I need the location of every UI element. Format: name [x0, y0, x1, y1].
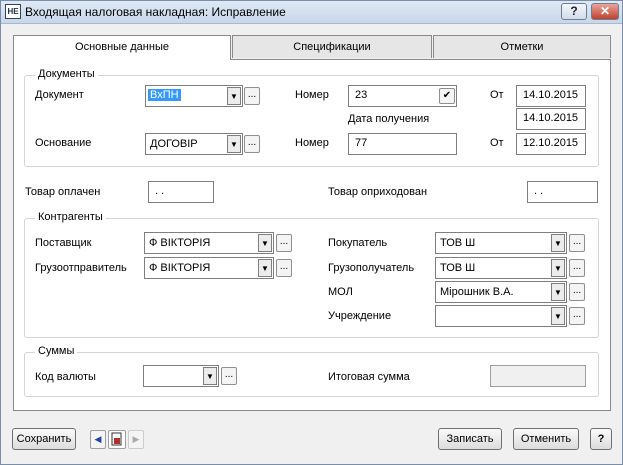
checkmark-icon[interactable]: ✔ [439, 88, 455, 104]
document-value: ВхПН [148, 89, 181, 101]
receipt-date-input[interactable]: 14.10.2015 [516, 108, 586, 130]
consignee-value: ТОВ Ш [440, 262, 476, 274]
dialog-window: НЕ Входящая налоговая накладная: Исправл… [0, 0, 623, 465]
chevron-down-icon[interactable]: ▼ [203, 367, 217, 385]
buyer-browse-button[interactable]: ... [569, 234, 585, 252]
close-button[interactable]: ✕ [591, 3, 619, 20]
currency-browse-button[interactable]: ... [221, 367, 237, 385]
sums-group-title: Суммы [35, 345, 78, 357]
buyer-combo[interactable]: ТОВ Ш ▼ [435, 232, 567, 254]
goods-paid-date-input[interactable]: . . [148, 181, 214, 203]
cancel-button[interactable]: Отменить [513, 428, 579, 450]
consignee-browse-button[interactable]: ... [569, 259, 585, 277]
mol-label: МОЛ [328, 286, 353, 298]
tab-specifications[interactable]: Спецификации [232, 35, 432, 58]
goods-received-date-input[interactable]: . . [527, 181, 598, 203]
consignee-label: Грузополучатель [328, 262, 415, 274]
document-browse-button[interactable]: ... [244, 87, 260, 105]
basis-browse-button[interactable]: ... [244, 135, 260, 153]
help-button[interactable]: ? [590, 428, 612, 450]
buyer-value: ТОВ Ш [440, 237, 476, 249]
chevron-down-icon[interactable]: ▼ [551, 307, 565, 325]
basis-value: ДОГОВІР [150, 138, 198, 150]
documents-group-title: Документы [35, 68, 98, 80]
shipper-combo[interactable]: Ф ВІКТОРІЯ ▼ [144, 257, 274, 279]
counterparties-group-title: Контрагенты [35, 211, 106, 223]
app-icon: НЕ [5, 4, 21, 19]
save-button[interactable]: Сохранить [12, 428, 76, 450]
prev-arrow-icon[interactable]: ◀ [90, 430, 106, 449]
chevron-down-icon[interactable]: ▼ [551, 259, 565, 277]
from2-label: От [490, 137, 504, 149]
mol-browse-button[interactable]: ... [569, 283, 585, 301]
document-label: Документ [35, 89, 84, 101]
document-icon [111, 432, 122, 446]
total-sum-field [490, 365, 586, 387]
chevron-down-icon[interactable]: ▼ [551, 234, 565, 252]
window-title: Входящая налоговая накладная: Исправлени… [25, 5, 286, 19]
supplier-value: Ф ВІКТОРІЯ [149, 237, 211, 249]
shipper-value: Ф ВІКТОРІЯ [149, 262, 211, 274]
chevron-down-icon[interactable]: ▼ [258, 234, 272, 252]
receipt-date-label: Дата получения [348, 113, 430, 125]
document-nav-icon[interactable] [108, 430, 126, 449]
document-combo[interactable]: ВхПН ▼ [145, 85, 243, 107]
next-arrow-icon[interactable]: ▶ [128, 430, 144, 449]
institution-browse-button[interactable]: ... [569, 307, 585, 325]
main-data-panel: Документы Документ ВхПН ▼ ... Номер 23 ✔… [13, 59, 611, 411]
tab-bar: Основные данные Спецификации Отметки [13, 35, 611, 60]
total-label: Итоговая сумма [328, 371, 410, 383]
chevron-down-icon[interactable]: ▼ [227, 135, 241, 153]
basis-label: Основание [35, 137, 92, 149]
number2-input[interactable]: 77 [348, 133, 457, 155]
tab-main-data[interactable]: Основные данные [13, 35, 231, 60]
chevron-down-icon[interactable]: ▼ [258, 259, 272, 277]
supplier-browse-button[interactable]: ... [276, 234, 292, 252]
buyer-label: Покупатель [328, 237, 388, 249]
chevron-down-icon[interactable]: ▼ [551, 283, 565, 301]
shipper-label: Грузоотправитель [35, 262, 127, 274]
from-label: От [490, 89, 504, 101]
from-date-input[interactable]: 14.10.2015 [516, 85, 586, 107]
number-label: Номер [295, 89, 329, 101]
supplier-combo[interactable]: Ф ВІКТОРІЯ ▼ [144, 232, 274, 254]
title-bar[interactable]: НЕ Входящая налоговая накладная: Исправл… [1, 1, 622, 24]
mol-combo[interactable]: Мірошник В.А. ▼ [435, 281, 567, 303]
tab-marks[interactable]: Отметки [433, 35, 611, 58]
help-title-button[interactable]: ? [561, 3, 587, 20]
shipper-browse-button[interactable]: ... [276, 259, 292, 277]
number2-label: Номер [295, 137, 329, 149]
mol-value: Мірошник В.А. [440, 286, 514, 298]
supplier-label: Поставщик [35, 237, 92, 249]
institution-combo[interactable]: ▼ [435, 305, 567, 327]
goods-paid-label: Товар оплачен [25, 186, 101, 198]
currency-label: Код валюты [35, 371, 96, 383]
institution-label: Учреждение [328, 310, 392, 322]
consignee-combo[interactable]: ТОВ Ш ▼ [435, 257, 567, 279]
goods-received-label: Товар оприходован [328, 186, 428, 198]
from2-date-input[interactable]: 12.10.2015 [516, 133, 586, 155]
write-button[interactable]: Записать [438, 428, 502, 450]
basis-combo[interactable]: ДОГОВІР ▼ [145, 133, 243, 155]
currency-combo[interactable]: ▼ [143, 365, 219, 387]
chevron-down-icon[interactable]: ▼ [227, 87, 241, 105]
